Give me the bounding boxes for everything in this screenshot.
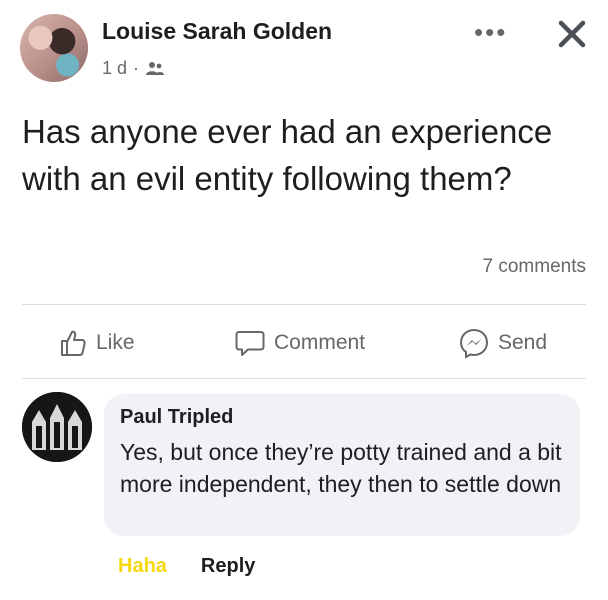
comment-actions: Haha Reply (118, 555, 255, 578)
more-options-icon[interactable]: ••• (474, 19, 507, 45)
commenter-name[interactable]: Paul Tripled (120, 406, 233, 429)
reply-button[interactable]: Reply (201, 555, 255, 578)
commenter-avatar[interactable] (22, 392, 92, 462)
author-name[interactable]: Louise Sarah Golden (102, 18, 332, 45)
divider-bottom (22, 378, 586, 379)
author-avatar[interactable] (20, 14, 88, 82)
send-label: Send (498, 331, 548, 354)
comments-count[interactable]: 7 comments (483, 256, 586, 278)
post-meta: 1 d · (102, 58, 165, 79)
send-button[interactable]: Send (458, 326, 547, 360)
haha-reaction[interactable]: Haha (118, 555, 167, 578)
divider-top (22, 304, 586, 305)
gothic-windows-icon (22, 392, 92, 462)
comment-button[interactable]: Comment (234, 326, 365, 360)
post-time[interactable]: 1 d (102, 58, 127, 79)
post-header: Louise Sarah Golden 1 d · ••• (0, 0, 608, 100)
post-text: Has anyone ever had an experience with a… (22, 113, 553, 197)
like-button[interactable]: Like (58, 326, 135, 360)
comment-bubble: Paul Tripled Yes, but once they’re potty… (104, 394, 580, 536)
comment-text: Yes, but once they’re potty trained and … (120, 439, 562, 497)
comment-icon (235, 331, 265, 356)
comment-label: Comment (274, 331, 366, 354)
close-icon[interactable] (552, 14, 592, 54)
messenger-icon (459, 328, 489, 359)
meta-separator: · (133, 58, 140, 78)
friends-icon[interactable] (145, 61, 165, 77)
thumbs-up-icon (61, 330, 86, 356)
like-label: Like (96, 331, 135, 354)
